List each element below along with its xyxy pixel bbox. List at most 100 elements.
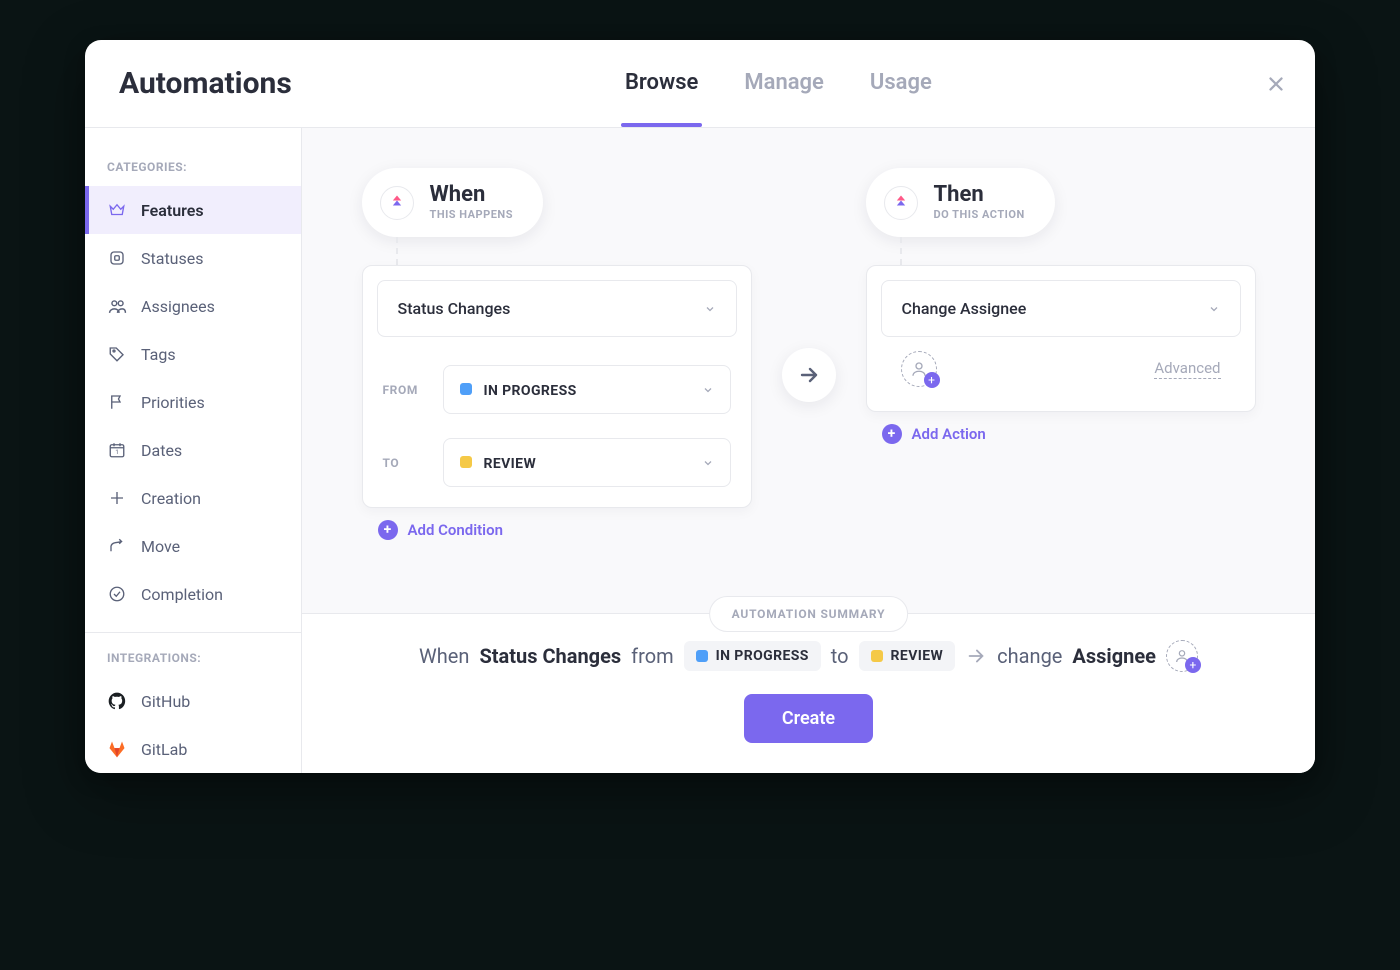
sidebar-item-gitlab[interactable]: GitLab: [85, 725, 301, 773]
arrow-right-icon: [797, 363, 821, 387]
chevron-down-icon: [702, 457, 714, 469]
plus-circle-icon: +: [378, 520, 398, 540]
sidebar-item-label: GitHub: [141, 692, 190, 711]
sidebar: CATEGORIES: Features Statuses Assignees: [85, 128, 302, 773]
check-circle-icon: [107, 584, 127, 604]
sidebar-item-move[interactable]: Move: [85, 522, 301, 570]
sidebar-item-label: Move: [141, 537, 180, 556]
sidebar-divider: [85, 632, 301, 633]
sidebar-item-label: GitLab: [141, 740, 187, 759]
sidebar-item-features[interactable]: Features: [85, 186, 301, 234]
assignee-row: Advanced: [881, 337, 1241, 405]
trigger-select[interactable]: Status Changes: [377, 280, 737, 337]
calendar-icon: 1: [107, 440, 127, 460]
sidebar-item-label: Priorities: [141, 393, 205, 412]
summary-text: from: [631, 644, 673, 668]
from-row: FROM IN PROGRESS: [377, 353, 737, 426]
tag-icon: [107, 344, 127, 364]
sidebar-item-assignees[interactable]: Assignees: [85, 282, 301, 330]
flow-arrow: [782, 348, 836, 402]
square-icon: [107, 248, 127, 268]
sidebar-item-dates[interactable]: 1 Dates: [85, 426, 301, 474]
status-color-chip: [460, 456, 472, 468]
flag-icon: [107, 392, 127, 412]
summary-from-value: IN PROGRESS: [716, 648, 809, 664]
then-column: Then DO THIS ACTION Change Assignee: [866, 168, 1256, 444]
status-color-chip: [871, 650, 883, 662]
tab-usage[interactable]: Usage: [870, 70, 932, 97]
from-label: FROM: [383, 383, 425, 397]
arrow-right-icon: [965, 645, 987, 667]
trigger-value: Status Changes: [398, 299, 511, 318]
sidebar-categories-title: CATEGORIES:: [85, 148, 301, 186]
action-value: Change Assignee: [902, 299, 1027, 318]
sidebar-item-tags[interactable]: Tags: [85, 330, 301, 378]
share-icon: [107, 536, 127, 556]
from-select[interactable]: IN PROGRESS: [443, 365, 731, 414]
summary-assignee-avatar[interactable]: [1166, 640, 1198, 672]
modal-body: CATEGORIES: Features Statuses Assignees: [85, 128, 1315, 773]
add-condition-label: Add Condition: [408, 521, 503, 539]
app-icon: [884, 186, 918, 220]
to-select[interactable]: REVIEW: [443, 438, 731, 487]
person-icon: [1174, 648, 1190, 664]
action-card: Change Assignee Advanced: [866, 265, 1256, 412]
action-select[interactable]: Change Assignee: [881, 280, 1241, 337]
add-condition-button[interactable]: + Add Condition: [378, 520, 503, 540]
add-action-label: Add Action: [912, 425, 986, 443]
sidebar-item-priorities[interactable]: Priorities: [85, 378, 301, 426]
people-icon: [107, 296, 127, 316]
then-pill: Then DO THIS ACTION: [866, 168, 1055, 237]
summary-text: to: [831, 644, 849, 668]
close-button[interactable]: [1265, 73, 1287, 95]
modal-header: Automations Browse Manage Usage: [85, 40, 1315, 128]
add-action-button[interactable]: + Add Action: [882, 424, 986, 444]
crown-icon: [107, 200, 127, 220]
when-pill: When THIS HAPPENS: [362, 168, 543, 237]
sidebar-item-statuses[interactable]: Statuses: [85, 234, 301, 282]
then-subtitle: DO THIS ACTION: [934, 208, 1025, 221]
sidebar-item-github[interactable]: GitHub: [85, 677, 301, 725]
automations-modal: Automations Browse Manage Usage CATEGORI…: [85, 40, 1315, 773]
add-assignee-button[interactable]: [901, 351, 937, 387]
from-value: IN PROGRESS: [483, 383, 576, 399]
sidebar-item-label: Features: [141, 201, 204, 220]
then-title: Then: [934, 184, 1025, 206]
automation-summary: AUTOMATION SUMMARY When Status Changes f…: [302, 613, 1315, 773]
create-button[interactable]: Create: [744, 694, 873, 743]
tab-manage[interactable]: Manage: [744, 70, 824, 97]
to-row: TO REVIEW: [377, 426, 737, 499]
status-color-chip: [696, 650, 708, 662]
to-value: REVIEW: [483, 456, 536, 472]
gitlab-icon: [107, 739, 127, 759]
summary-trigger: Status Changes: [479, 644, 621, 668]
header-tabs: Browse Manage Usage: [625, 70, 932, 97]
to-label: TO: [383, 456, 425, 470]
summary-text: When: [419, 644, 469, 668]
summary-from-chip: IN PROGRESS: [684, 641, 821, 671]
chevron-down-icon: [704, 303, 716, 315]
close-icon: [1265, 73, 1287, 95]
builder: When THIS HAPPENS Status Changes: [302, 128, 1315, 613]
builder-canvas: When THIS HAPPENS Status Changes: [302, 128, 1315, 773]
when-column: When THIS HAPPENS Status Changes: [362, 168, 752, 540]
chevron-down-icon: [1208, 303, 1220, 315]
sidebar-item-label: Statuses: [141, 249, 204, 268]
app-icon: [380, 186, 414, 220]
svg-text:1: 1: [115, 449, 118, 456]
sidebar-item-label: Assignees: [141, 297, 215, 316]
sidebar-item-creation[interactable]: Creation: [85, 474, 301, 522]
summary-to-value: REVIEW: [891, 648, 944, 664]
summary-assignee: Assignee: [1072, 644, 1156, 668]
plus-circle-icon: +: [882, 424, 902, 444]
when-subtitle: THIS HAPPENS: [430, 208, 513, 221]
when-title: When: [430, 184, 513, 206]
sidebar-item-completion[interactable]: Completion: [85, 570, 301, 618]
trigger-card: Status Changes FROM IN PROGRESS: [362, 265, 752, 508]
status-color-chip: [460, 383, 472, 395]
summary-to-chip: REVIEW: [859, 641, 956, 671]
advanced-link[interactable]: Advanced: [1154, 359, 1220, 379]
tab-browse[interactable]: Browse: [625, 70, 698, 97]
summary-text: change: [997, 644, 1062, 668]
person-icon: [910, 360, 928, 378]
